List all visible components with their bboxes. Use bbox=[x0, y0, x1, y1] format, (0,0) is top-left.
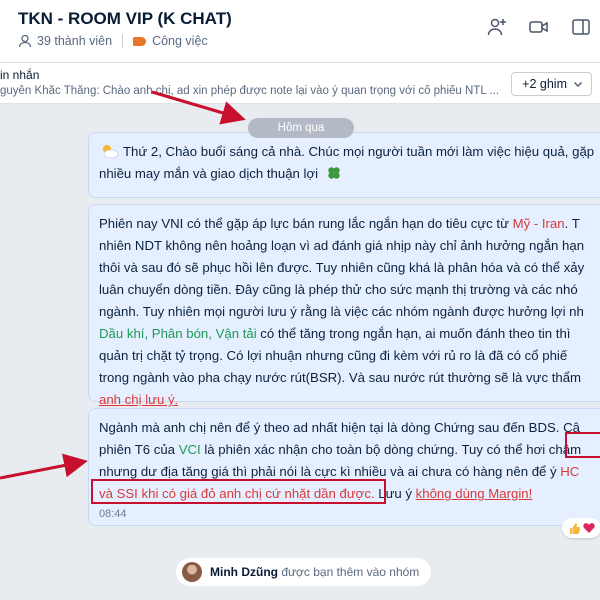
highlight-text: HC bbox=[560, 464, 580, 479]
reaction-summary[interactable] bbox=[562, 518, 600, 538]
message-text: là phiên xác nhận cho toàn bộ dòng chứng… bbox=[200, 442, 582, 457]
highlight-text: không dùng Margin! bbox=[415, 486, 533, 501]
message-line: luân chuyển dòng tiền. Đây cũng là phép … bbox=[99, 282, 578, 297]
message-line: Phiên nay VNI có thể gặp áp lực bán rung… bbox=[99, 213, 600, 235]
message-line: trong ngành vào pha chạy nước rút(BSR). … bbox=[99, 370, 582, 385]
thumbs-up-icon bbox=[570, 522, 581, 534]
member-name[interactable]: Minh Dzũng bbox=[210, 565, 278, 579]
four-leaf-clover-icon bbox=[328, 167, 340, 179]
pinned-messages-bar[interactable]: in nhắn guyễn Khắc Thắng: Chào anh chị, … bbox=[0, 63, 600, 104]
message-time: 08:44 bbox=[99, 508, 127, 520]
message-bubble[interactable]: Phiên nay VNI có thể gặp áp lực bán rung… bbox=[88, 204, 600, 407]
pinned-title: in nhắn bbox=[0, 68, 40, 82]
notice-text: được bạn thêm vào nhóm bbox=[277, 565, 420, 579]
person-icon bbox=[18, 34, 32, 48]
message-line: quản trị chặt tỷ trọng. Có lợi nhuận như… bbox=[99, 348, 568, 363]
arrow-to-tickers bbox=[0, 453, 88, 480]
avatar[interactable] bbox=[182, 562, 202, 582]
message-line: nhiều may mắn và giao dịch thuận lợi bbox=[99, 163, 600, 185]
more-pins-label: +2 ghim bbox=[522, 77, 567, 91]
pinned-preview[interactable]: guyễn Khắc Thắng: Chào anh chị, ad xin p… bbox=[0, 85, 510, 97]
date-separator: Hôm qua bbox=[248, 118, 354, 138]
annotation-box bbox=[91, 479, 386, 504]
message-line: Dầu khí, Phân bón, Vận tải có thể tăng t… bbox=[99, 323, 600, 345]
heart-icon bbox=[583, 523, 595, 533]
message-line: Ngành mà anh chị nên để ý theo ad nhất h… bbox=[99, 420, 580, 435]
add-member-icon[interactable] bbox=[486, 16, 508, 38]
message-line: Thứ 2, Chào buổi sáng cả nhà. Chúc mọi n… bbox=[99, 141, 600, 163]
tag-icon bbox=[133, 36, 147, 46]
sidebar-toggle-icon[interactable] bbox=[570, 16, 592, 38]
highlight-text: Mỹ - Iran bbox=[512, 216, 565, 231]
message-line: nhiên NDT không nên hoảng loạn vì ad đán… bbox=[99, 238, 585, 253]
chevron-down-icon bbox=[574, 82, 582, 87]
message-line: phiên T6 của VCI là phiên xác nhận cho t… bbox=[99, 439, 600, 461]
chat-header: TKN - ROOM VIP (K CHAT) 39 thành viên Cô… bbox=[0, 0, 600, 63]
group-title[interactable]: TKN - ROOM VIP (K CHAT) bbox=[18, 9, 232, 29]
header-actions bbox=[486, 16, 592, 38]
message-text: phiên T6 của bbox=[99, 442, 179, 457]
divider bbox=[122, 34, 124, 48]
more-pins-button[interactable]: +2 ghim bbox=[511, 72, 592, 96]
highlight-text: VCI bbox=[178, 442, 201, 457]
annotation-box bbox=[565, 432, 600, 458]
highlight-text: Dầu khí, Phân bón, Vận tải bbox=[99, 326, 257, 341]
message-line: ngành. Tuy nhiên mọi người lưu ý rằng là… bbox=[99, 304, 584, 319]
member-count[interactable]: 39 thành viên bbox=[37, 34, 112, 48]
message-text: nhưng dư địa tăng giá thì phải nói là cự… bbox=[99, 464, 561, 479]
category-tag[interactable]: Công việc bbox=[152, 34, 208, 48]
message-line: thôi và sau đó sẽ phục hồi lên được. Tuy… bbox=[99, 260, 585, 275]
message-text: Thứ 2, Chào buổi sáng cả nhà. Chúc mọi n… bbox=[123, 144, 595, 159]
message-text: nhiều may mắn và giao dịch thuận lợi bbox=[99, 166, 319, 181]
message-text: . T bbox=[564, 216, 580, 231]
group-info: 39 thành viên Công việc bbox=[18, 34, 208, 48]
message-text: Phiên nay VNI có thể gặp áp lực bán rung… bbox=[99, 216, 513, 231]
video-call-icon[interactable] bbox=[528, 16, 550, 38]
message-text: có thể tăng trong ngắn hạn, ai muốn đánh… bbox=[256, 326, 571, 341]
system-notice: Minh Dzũng được bạn thêm vào nhóm bbox=[176, 558, 432, 586]
message-bubble[interactable]: Ngành mà anh chị nên để ý theo ad nhất h… bbox=[88, 408, 600, 526]
message-bubble[interactable]: Thứ 2, Chào buổi sáng cả nhà. Chúc mọi n… bbox=[88, 132, 600, 198]
highlight-text: anh chị lưu ý. bbox=[99, 392, 179, 407]
sun-cloud-icon bbox=[103, 145, 119, 159]
